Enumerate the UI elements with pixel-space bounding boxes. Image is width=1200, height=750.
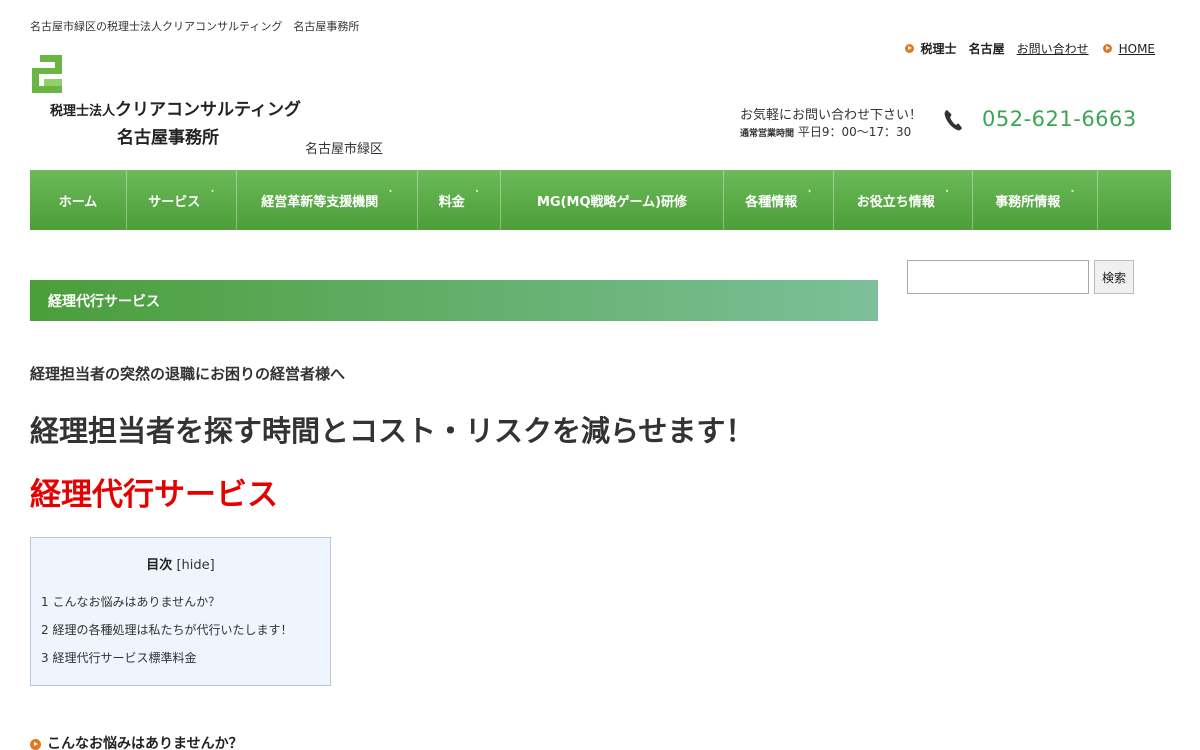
logo-office-name: 名古屋事務所 [117,128,219,148]
submenu-caret-icon: ˃ [388,190,393,200]
arrow-bullet-icon [1102,44,1112,53]
submenu-caret-icon: ˃ [210,190,215,200]
toplink-label-nagoya[interactable]: 名古屋 [969,40,1005,57]
phone-icon [944,110,962,131]
logo-company-name: 税理士法人クリアコンサルティング [50,100,301,120]
home-link[interactable]: HOME [1119,42,1155,56]
top-links: 税理士 名古屋 お問い合わせ HOME [904,40,1155,57]
area-label: 名古屋市緑区 [305,142,384,157]
search-button[interactable]: 検索 [1094,260,1134,294]
toplink-label-tax[interactable]: 税理士 [921,40,957,57]
nav-item-services[interactable]: サービス ˃ [127,170,237,230]
nav-item-home[interactable]: ホーム [30,170,127,230]
nav-item-support-agency[interactable]: 経営革新等支援機関 ˃ [237,170,418,230]
search-input[interactable] [907,260,1089,294]
toc-item[interactable]: 1 こんなお悩みはありませんか？ [41,593,330,621]
toc-item[interactable]: 3 経理代行サービス標準料金 [41,649,330,677]
service-title: 経理代行サービス [30,477,278,513]
submenu-caret-icon: ˃ [944,190,950,200]
arrow-bullet-icon [30,739,41,750]
business-hours: 通常営業時間 平日9：00〜17：30 [740,125,912,139]
site-logo[interactable]: 税理士法人クリアコンサルティング 名古屋事務所 [30,55,310,155]
arrow-bullet-icon [904,44,914,53]
table-of-contents: 目次 [hide] 1 こんなお悩みはありませんか？ 2 経理の各種処理は私たち… [30,537,331,686]
nav-item-office-info[interactable]: 事務所情報 ˃ [973,170,1098,230]
phone-number[interactable]: 052-621-6663 [982,107,1137,131]
toc-item[interactable]: 2 経理の各種処理は私たちが代行いたします！ [41,621,330,649]
headline: 経理担当者を探す時間とコスト・リスクを減らせます！ [30,414,755,448]
contact-info: お気軽にお問い合わせ下さい！ 通常営業時間 平日9：00〜17：30 [740,104,922,140]
main-nav: ホーム サービス ˃ 経営革新等支援機関 ˃ 料金 ˃ MG(MQ戦略ゲーム)研修 各… [30,170,1171,230]
toc-hide-toggle[interactable]: [hide] [176,558,214,573]
section-heading: こんなお悩みはありませんか？ [30,733,243,750]
contact-link[interactable]: お問い合わせ [1017,40,1089,57]
nav-item-useful-info[interactable]: お役立ち情報 ˃ [834,170,973,230]
toc-title: 目次 [hide] [146,558,215,573]
submenu-caret-icon: ˃ [807,190,812,200]
site-tagline: 名古屋市緑区の税理士法人クリアコンサルティング 名古屋事務所 [30,20,360,33]
page-title: 経理代行サービス [30,280,878,321]
submenu-caret-icon: ˃ [474,190,480,200]
contact-invite: お気軽にお問い合わせ下さい！ [740,108,923,123]
nav-item-pricing[interactable]: 料金 ˃ [418,170,501,230]
nav-item-mg-training[interactable]: MG(MQ戦略ゲーム)研修 [501,170,724,230]
submenu-caret-icon: ˃ [1070,190,1075,200]
logo-mark-icon [32,55,62,93]
nav-item-info[interactable]: 各種情報 ˃ [724,170,834,230]
lead-text: 経理担当者の突然の退職にお困りの経営者様へ [30,365,346,383]
